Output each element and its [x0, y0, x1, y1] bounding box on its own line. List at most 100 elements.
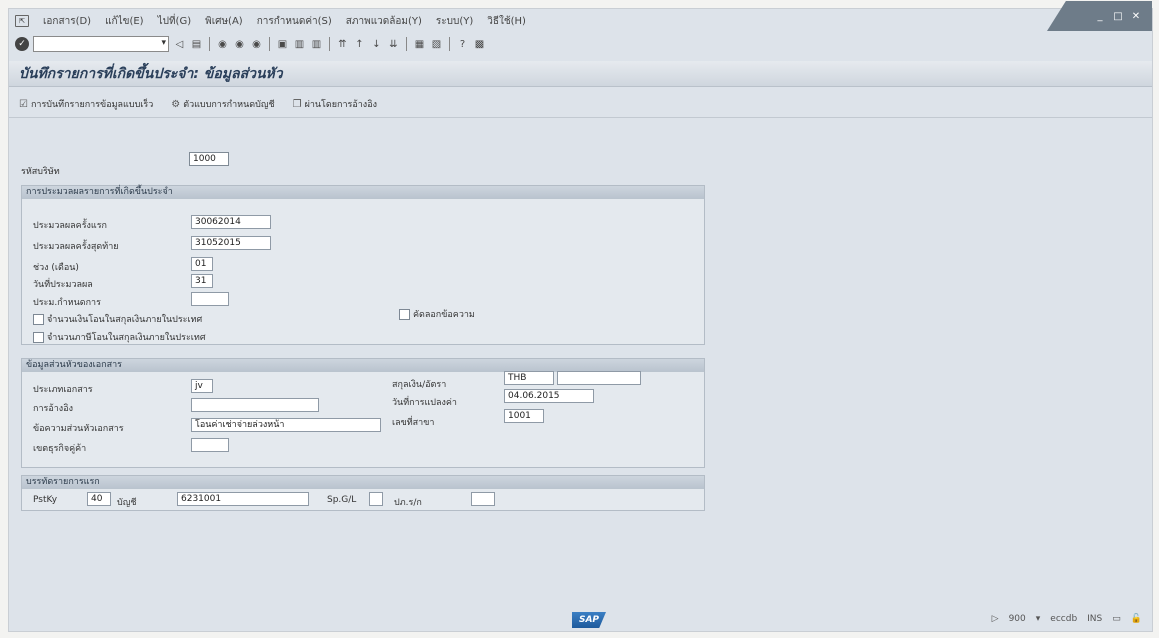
interval-label: ช่วง (เดือน): [33, 263, 79, 273]
transfer-amount-label: จำนวนเงินโอนในสกุลเงินภายในประเทศ: [47, 315, 203, 325]
menu-system[interactable]: ระบบ(Y): [436, 14, 473, 29]
transaction-type-label: ปภ.ร/ก: [394, 498, 422, 508]
reference-field[interactable]: [191, 398, 319, 412]
layout-icon[interactable]: ▩: [473, 38, 486, 51]
server-value: eccdb: [1050, 614, 1078, 624]
lock-icon[interactable]: 🔓: [1131, 614, 1142, 624]
help-icon[interactable]: ?: [456, 38, 469, 51]
application-toolbar: ☑ การบันทึกรายการข้อมูลแบบเร็ว ⚙ ตัวแบบก…: [19, 95, 377, 113]
sap-logo: SAP: [572, 612, 606, 628]
system-info: ▷ 900 ▾ eccdb INS ▭ 🔓: [992, 614, 1142, 624]
save-icon[interactable]: ▤: [190, 38, 203, 51]
translation-date-field[interactable]: 04.06.2015: [504, 389, 594, 403]
print-icon[interactable]: ▣: [276, 38, 289, 51]
last-page-icon[interactable]: ⇊: [387, 38, 400, 51]
branch-field[interactable]: 1001: [504, 409, 544, 423]
menu-environment[interactable]: สภาพแวดล้อม(Y): [346, 14, 422, 29]
special-gl-label: Sp.G/L: [327, 495, 357, 505]
toolbar-divider: [406, 37, 407, 51]
checkbox-box[interactable]: [33, 331, 44, 343]
fast-entry-label: การบันทึกรายการข้อมูลแบบเร็ว: [30, 100, 154, 110]
cancel-icon[interactable]: ◉: [250, 38, 263, 51]
account-model-label: ตัวแบบการกำหนดบัญชี: [183, 100, 275, 110]
dropdown-icon[interactable]: ▾: [1036, 614, 1041, 624]
fast-entry-button[interactable]: ☑ การบันทึกรายการข้อมูลแบบเร็ว: [19, 97, 153, 111]
branch-label: เลขที่สาขา: [392, 418, 435, 428]
message-icon[interactable]: ▭: [1112, 614, 1121, 624]
first-run-field[interactable]: 30062014: [191, 215, 271, 229]
play-icon[interactable]: ▷: [992, 614, 999, 624]
currency-field[interactable]: THB: [504, 371, 554, 385]
last-run-field[interactable]: 31052015: [191, 236, 271, 250]
prev-page-icon[interactable]: ↑: [353, 38, 366, 51]
toolbar-divider: [269, 37, 270, 51]
copy-icon: ❐: [292, 98, 302, 110]
last-run-label: ประมวลผลครั้งสุดท้าย: [33, 242, 119, 252]
header-text-field[interactable]: โอนค่าเช่าจ่ายล่วงหน้า: [191, 418, 381, 432]
minimize-icon[interactable]: _: [1094, 11, 1106, 22]
doc-type-label: ประเภทเอกสาร: [33, 385, 93, 395]
schedule-label: ประม.กำหนดการ: [33, 298, 101, 308]
menu-help[interactable]: วิธีใช้(H): [487, 14, 526, 29]
doc-type-field[interactable]: jv: [191, 379, 213, 393]
sap-window: _ □ ✕ ⇱ เอกสาร(D) แก้ไข(E) ไปที่(G) พิเศ…: [8, 1, 1153, 632]
enter-icon[interactable]: ✓: [15, 37, 29, 51]
account-model-button[interactable]: ⚙ ตัวแบบการกำหนดบัญชี: [171, 97, 274, 111]
menu-goto[interactable]: ไปที่(G): [158, 14, 192, 29]
posting-key-label: PstKy: [33, 495, 58, 505]
exit-icon[interactable]: ◉: [233, 38, 246, 51]
translation-date-label: วันที่การแปลงค่า: [392, 398, 457, 408]
company-code-label: รหัสบริษัท: [21, 167, 60, 177]
transaction-type-field[interactable]: [471, 492, 495, 506]
shortcut-icon[interactable]: ▧: [430, 38, 443, 51]
currency-label: สกุลเงิน/อัตรา: [392, 380, 447, 390]
menu-extras[interactable]: พิเศษ(A): [205, 14, 243, 29]
find-next-icon[interactable]: ▥: [310, 38, 323, 51]
status-bar: SAP ▷ 900 ▾ eccdb INS ▭ 🔓: [9, 609, 1152, 631]
account-model-icon: ⚙: [171, 98, 181, 110]
exchange-rate-field[interactable]: [557, 371, 641, 385]
new-session-icon[interactable]: ▦: [413, 38, 426, 51]
first-page-icon[interactable]: ⇈: [336, 38, 349, 51]
account-label: บัญชี: [117, 498, 137, 508]
menu-bar: ⇱ เอกสาร(D) แก้ไข(E) ไปที่(G) พิเศษ(A) ก…: [15, 11, 526, 31]
run-day-label: วันที่ประมวลผล: [33, 280, 93, 290]
post-with-reference-button[interactable]: ❐ ผ่านโดยการอ้างอิง: [293, 97, 377, 111]
company-code-field[interactable]: 1000: [189, 152, 229, 166]
page-title: บันทึกรายการที่เกิดขึ้นประจำ: ข้อมูลส่วน…: [9, 61, 1152, 87]
menu-edit[interactable]: แก้ไข(E): [105, 14, 144, 29]
checkbox-box[interactable]: [399, 308, 410, 320]
menu-settings[interactable]: การกำหนดค่า(S): [257, 14, 332, 29]
toolbar-divider: [449, 37, 450, 51]
next-page-icon[interactable]: ↓: [370, 38, 383, 51]
toolbar-divider: [209, 37, 210, 51]
fast-entry-icon: ☑: [19, 98, 28, 110]
chevron-down-icon[interactable]: ▾: [161, 38, 166, 48]
menu-document[interactable]: เอกสาร(D): [43, 14, 91, 29]
back-arrow-icon[interactable]: ◁: [173, 38, 186, 51]
recurring-group-header: การประมวลผลรายการที่เกิดขึ้นประจำ: [22, 186, 704, 199]
partner-field[interactable]: [191, 438, 229, 452]
account-field[interactable]: 6231001: [177, 492, 309, 506]
sap-menu-icon[interactable]: ⇱: [15, 15, 29, 27]
run-day-field[interactable]: 31: [191, 274, 213, 288]
reference-label: การอ้างอิง: [33, 404, 73, 414]
back-icon[interactable]: ◉: [216, 38, 229, 51]
maximize-icon[interactable]: □: [1112, 11, 1124, 22]
window-controls: _ □ ✕: [1047, 1, 1152, 31]
checkbox-box[interactable]: [33, 313, 44, 325]
command-field[interactable]: ▾: [33, 36, 169, 52]
insert-mode[interactable]: INS: [1087, 614, 1102, 624]
special-gl-field[interactable]: [369, 492, 383, 506]
post-with-reference-label: ผ่านโดยการอ้างอิง: [304, 100, 377, 110]
posting-key-field[interactable]: 40: [87, 492, 111, 506]
schedule-field[interactable]: [191, 292, 229, 306]
client-value[interactable]: 900: [1009, 614, 1026, 624]
copy-text-checkbox[interactable]: คัดลอกข้อความ: [399, 307, 475, 321]
interval-field[interactable]: 01: [191, 257, 213, 271]
find-icon[interactable]: ▥: [293, 38, 306, 51]
close-icon[interactable]: ✕: [1130, 11, 1142, 22]
transfer-tax-checkbox[interactable]: จำนวนภาษีโอนในสกุลเงินภายในประเทศ: [33, 330, 206, 344]
standard-toolbar: ✓ ▾ ◁ ▤ ◉ ◉ ◉ ▣ ▥ ▥ ⇈ ↑ ↓ ⇊ ▦ ▧ ? ▩: [15, 33, 486, 55]
transfer-amount-checkbox[interactable]: จำนวนเงินโอนในสกุลเงินภายในประเทศ: [33, 312, 202, 326]
